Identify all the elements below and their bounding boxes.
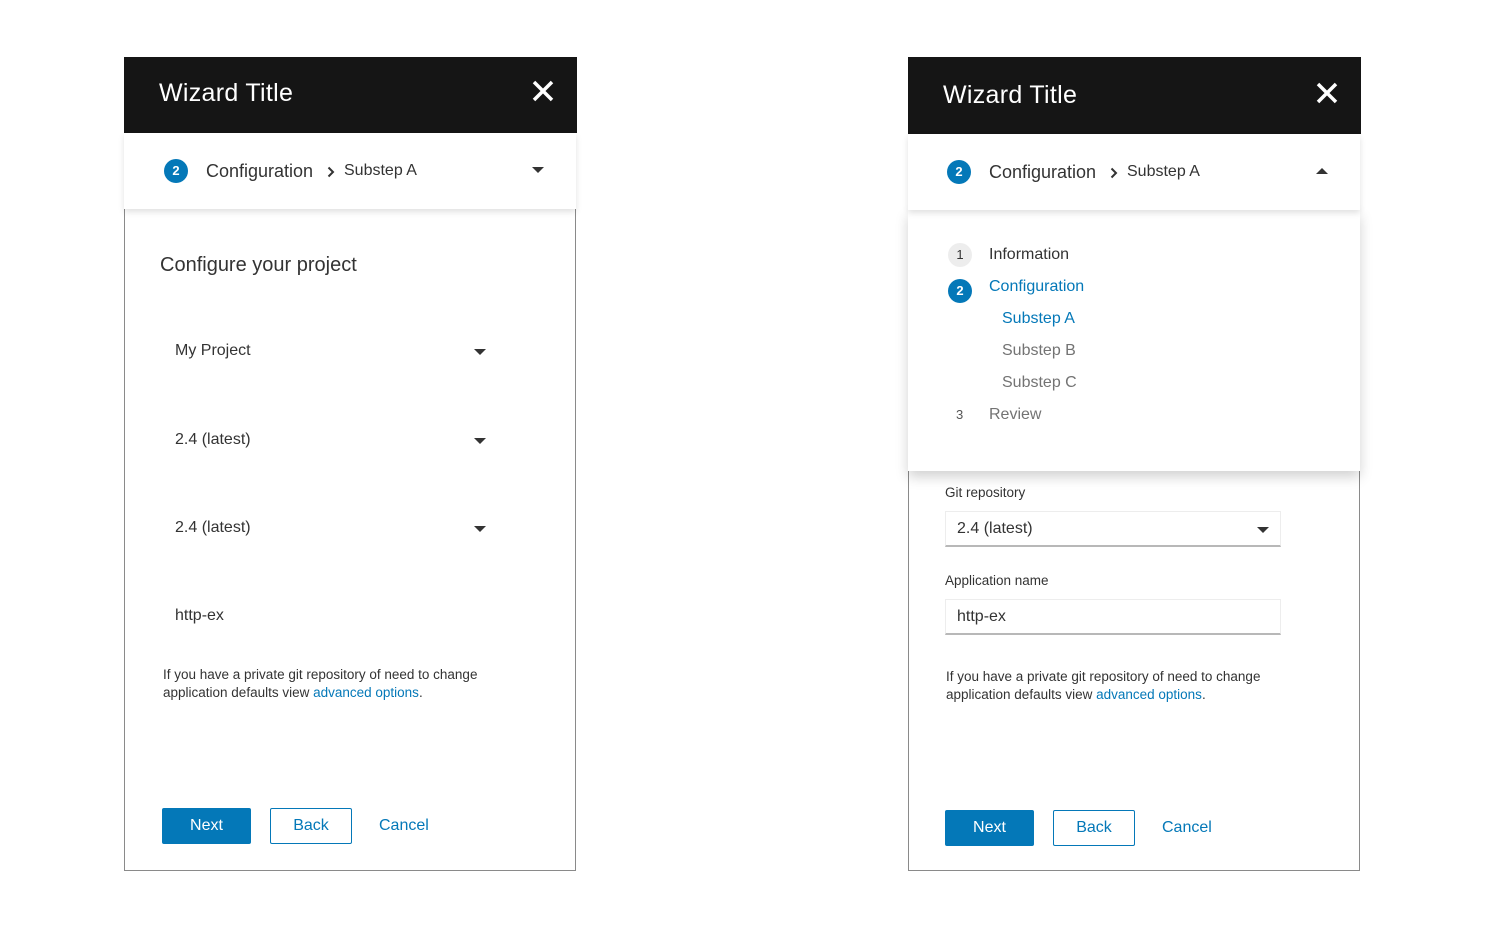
wizard-collapsed: Wizard Title 2 Configuration Substep A C…	[124, 57, 577, 871]
git-repository-select[interactable]: 2.4 (latest)	[945, 511, 1281, 547]
step-badge: 2	[164, 159, 188, 183]
nav-label: Review	[989, 406, 1042, 423]
current-step: Configuration	[989, 162, 1097, 182]
caret-down-icon[interactable]	[532, 167, 544, 173]
caret-down-icon	[474, 349, 486, 355]
current-step: Configuration	[206, 161, 314, 181]
page-heading: Configure your project	[160, 254, 357, 276]
wizard-nav-menu: 1 Information 2 Configuration Substep A …	[908, 210, 1360, 471]
back-button[interactable]: Back	[270, 808, 352, 844]
chevron-right-icon	[1110, 167, 1118, 179]
select-value: 2.4 (latest)	[175, 431, 251, 448]
caret-down-icon	[474, 526, 486, 532]
select-value: 2.4 (latest)	[957, 520, 1033, 537]
next-button[interactable]: Next	[162, 808, 251, 844]
select-value: 2.4 (latest)	[175, 519, 251, 536]
step-number: 2	[948, 279, 972, 303]
wizard-expanded: Wizard Title 2 Configuration Substep A 1…	[908, 57, 1361, 871]
nav-label: Information	[989, 246, 1070, 263]
advanced-options-link[interactable]: advanced options	[1096, 687, 1202, 702]
current-substep: Substep A	[1127, 163, 1200, 180]
application-name-input[interactable]: http-ex	[945, 599, 1281, 635]
application-name-label: Application name	[945, 573, 1049, 588]
application-name-input[interactable]: http-ex	[175, 607, 224, 625]
step-number: 3	[956, 407, 964, 422]
caret-up-icon[interactable]	[1316, 168, 1328, 174]
wizard-header: Wizard Title	[124, 57, 577, 133]
help-text: If you have a private git repository of …	[163, 666, 523, 702]
back-button[interactable]: Back	[1053, 810, 1135, 846]
wizard-nav-toggle[interactable]: 2 Configuration Substep A	[908, 134, 1360, 210]
nav-item-substep-c[interactable]: Substep C	[1002, 374, 1077, 392]
wizard-header: Wizard Title	[908, 57, 1361, 134]
step-badge: 2	[947, 160, 971, 184]
cancel-button[interactable]: Cancel	[1162, 819, 1212, 837]
input-value: http-ex	[957, 608, 1006, 625]
nav-item-substep-b[interactable]: Substep B	[1002, 342, 1076, 360]
chevron-right-icon	[327, 166, 335, 178]
cancel-button[interactable]: Cancel	[379, 817, 429, 835]
advanced-options-link[interactable]: advanced options	[313, 685, 419, 700]
caret-down-icon	[474, 438, 486, 444]
close-icon[interactable]	[529, 77, 557, 105]
select-value: My Project	[175, 342, 251, 359]
step-number: 1	[948, 243, 972, 267]
nav-item-substep-a[interactable]: Substep A	[1002, 310, 1075, 328]
nav-label: Configuration	[989, 278, 1085, 295]
next-button[interactable]: Next	[945, 810, 1034, 846]
wizard-title: Wizard Title	[159, 79, 294, 107]
close-icon[interactable]	[1313, 79, 1341, 107]
wizard-title: Wizard Title	[943, 81, 1078, 109]
current-substep: Substep A	[344, 162, 417, 179]
wizard-nav-toggle[interactable]: 2 Configuration Substep A	[124, 133, 576, 209]
help-text-end: .	[1201, 687, 1206, 702]
help-text-end: .	[418, 685, 423, 700]
git-repository-label: Git repository	[945, 485, 1026, 500]
caret-down-icon	[1257, 527, 1269, 533]
help-text: If you have a private git repository of …	[946, 668, 1306, 704]
